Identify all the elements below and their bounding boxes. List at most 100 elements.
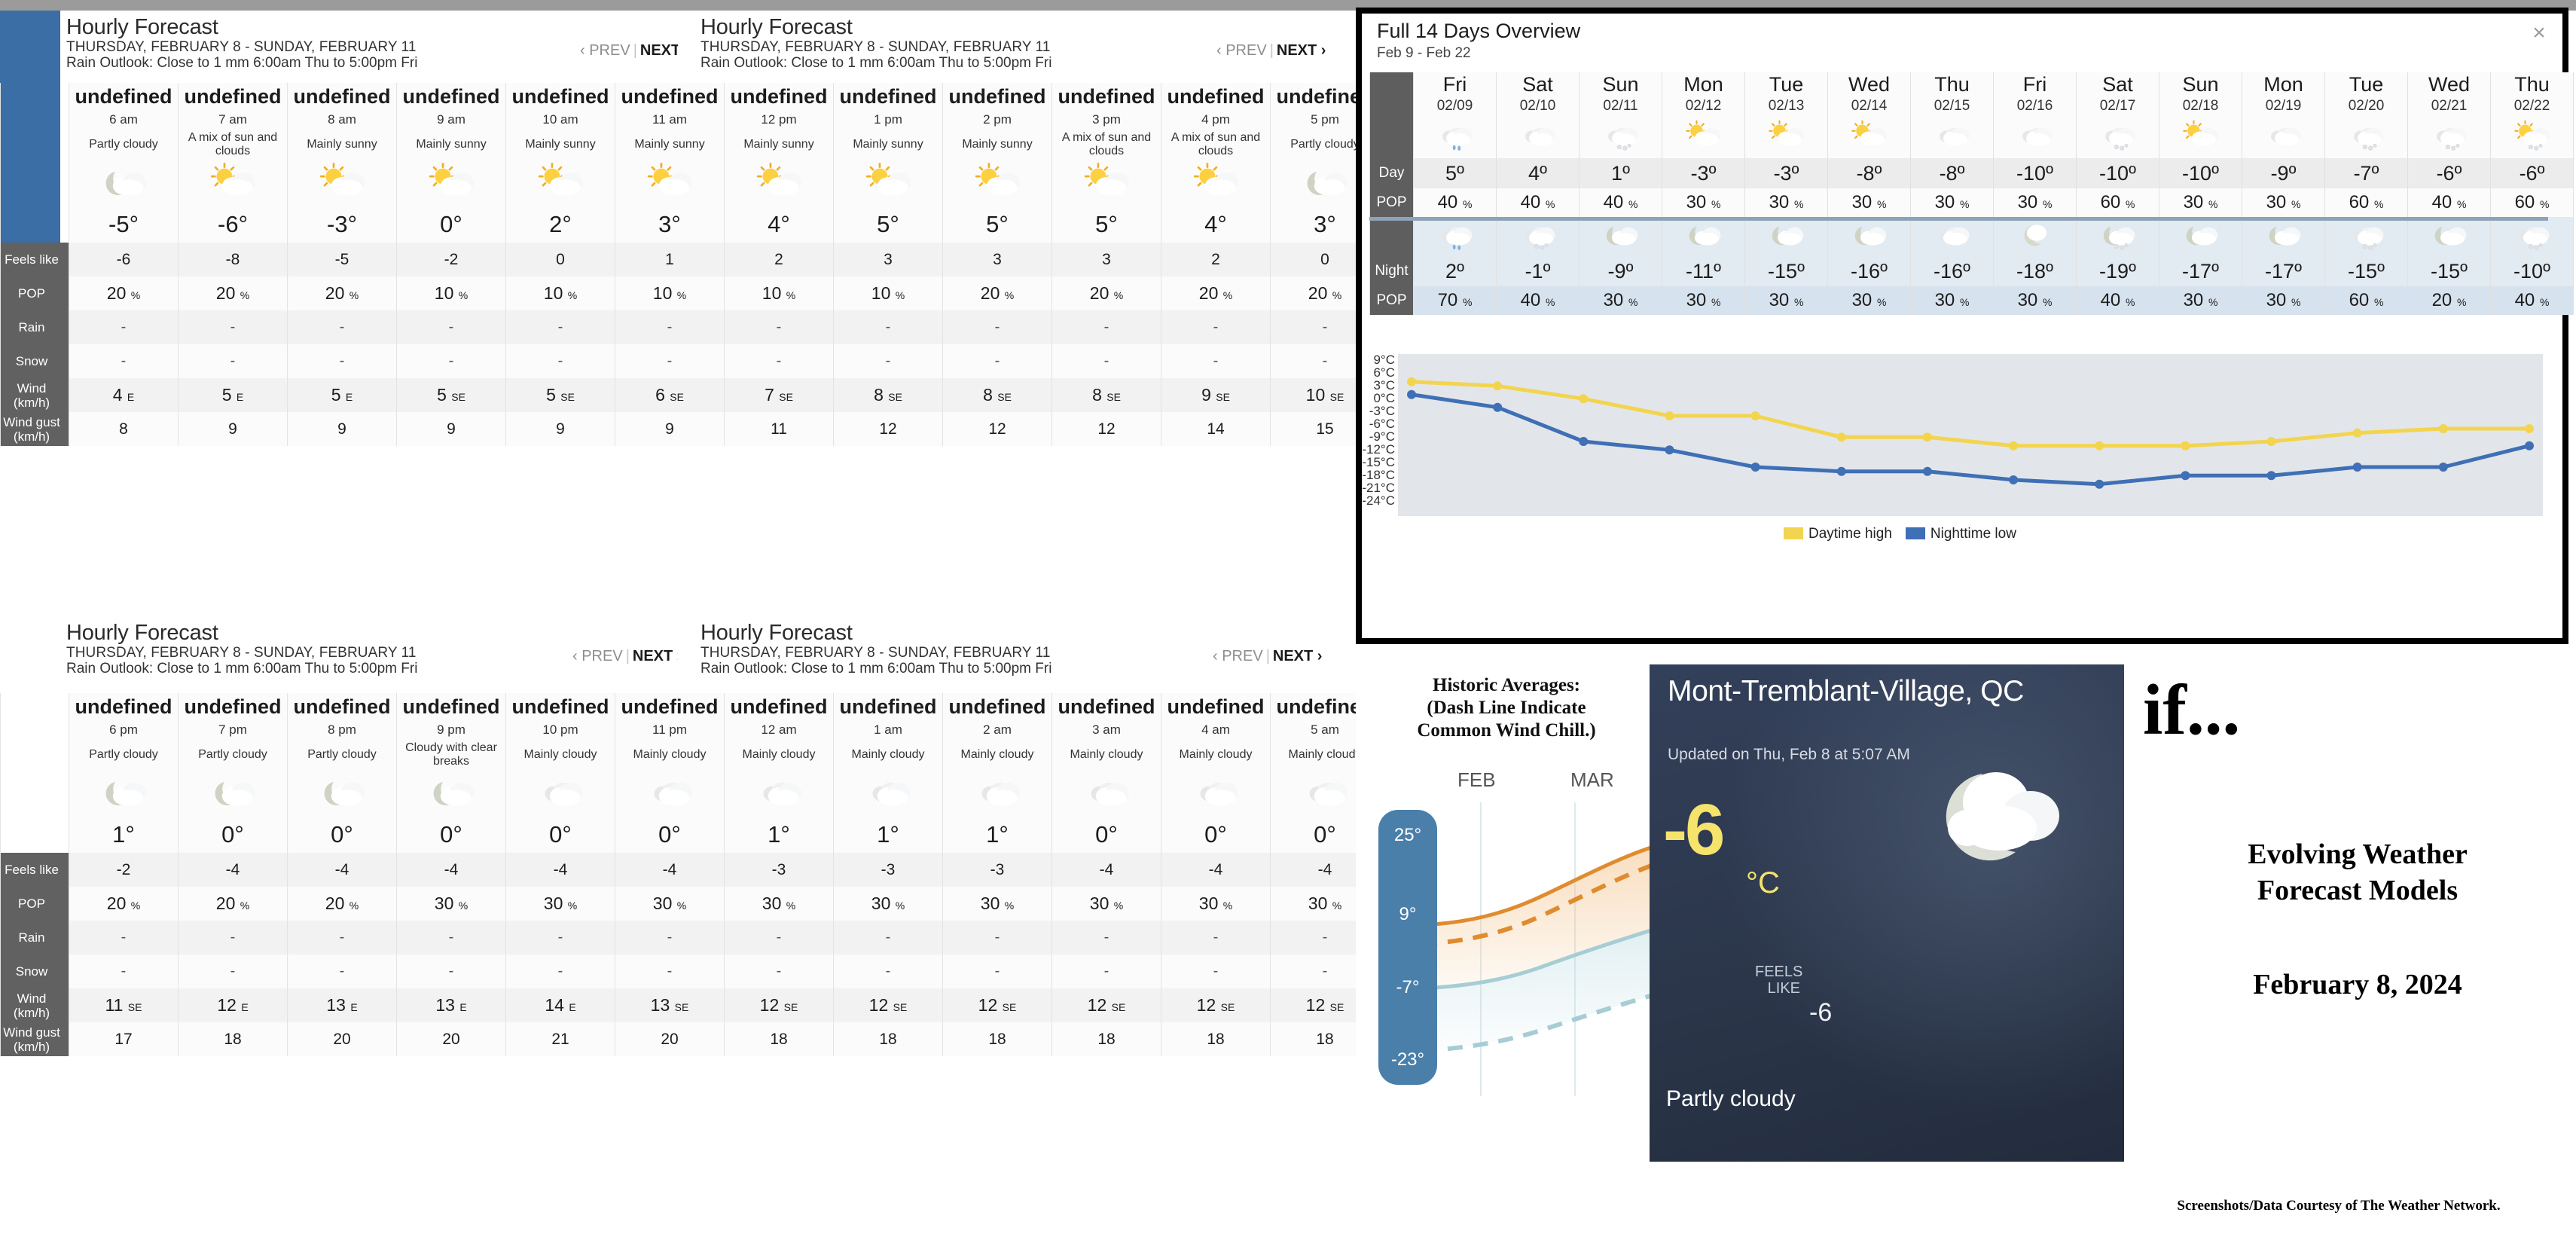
- overview-cell: [1827, 116, 1911, 158]
- detail-label: Wind: [1668, 1159, 2124, 1162]
- overview-cell-day_temp: -6º: [2519, 161, 2545, 185]
- hourly-cell-rain: -: [1322, 929, 1328, 945]
- hourly-cell: [1051, 161, 1161, 206]
- hourly-cell-temp: 5°: [877, 211, 899, 237]
- overview-cell: -15º: [1744, 256, 1828, 286]
- hourly-pop-value: 10: [543, 283, 563, 303]
- wind-direction: SE: [1216, 391, 1230, 403]
- overview-cell-day_temp: -6º: [2436, 161, 2462, 185]
- chart-point: [2181, 471, 2190, 481]
- nav-separator: |: [633, 42, 637, 59]
- hourly-row-label: Wind gust (km/h): [0, 1022, 69, 1056]
- hourly-wind-value: 5: [437, 385, 447, 405]
- hourly-cell: -: [396, 921, 506, 954]
- legend-label: Daytime high: [1808, 526, 1892, 542]
- chart-point: [2266, 471, 2276, 481]
- hourly-cell-cond: Partly cloudy: [89, 748, 158, 761]
- percent-unit: %: [458, 289, 469, 301]
- overview-cell-dow: Mon: [1683, 73, 1723, 96]
- overview-cell: [1910, 116, 1994, 158]
- prev-button[interactable]: ‹ PREV: [580, 42, 630, 59]
- hourly-row-hour: 6 am 7 am 8 am 9 am 10 am 11 am 12 pm 1 pm 2 pm 3…: [0, 110, 1380, 128]
- cloud-icon: [2016, 120, 2054, 151]
- overview-pop-value: 30: [2183, 192, 2204, 212]
- legend-swatch: [1784, 527, 1803, 539]
- hourly-cell-snow: -: [1213, 963, 1219, 979]
- hourly-pop-value: 30: [980, 893, 1000, 913]
- hourly-cell: undefined: [287, 693, 397, 720]
- overview-cell-date: 02/17: [2099, 98, 2136, 114]
- overview-cell-night_temp: -16º: [1851, 259, 1888, 283]
- hourly-cell: 20 %: [287, 276, 397, 310]
- overview-cell-date: 02/10: [1519, 98, 1556, 114]
- prev-button[interactable]: ‹ PREV: [1213, 648, 1263, 664]
- prev-next-nav-3[interactable]: ‹ PREV | NEXT ›: [572, 648, 682, 665]
- hourly-cell: 30 %: [615, 887, 725, 921]
- hourly-cell-snow: -: [1213, 353, 1219, 369]
- hourly-cell: 4 am: [1161, 720, 1271, 738]
- overview-pop-value: 30: [1686, 290, 1707, 310]
- overview-cell-date: 02/15: [1934, 98, 1970, 114]
- prev-next-nav-4[interactable]: ‹ PREV | NEXT ›: [1213, 648, 1322, 665]
- percent-unit: %: [2125, 198, 2135, 210]
- hourly-cell: 9 am: [396, 110, 506, 128]
- hourly-cell: 13 E: [287, 988, 397, 1022]
- overview-cell: -10º: [2076, 158, 2159, 188]
- moon-icon: [2016, 219, 2054, 250]
- prev-button[interactable]: ‹ PREV: [572, 648, 623, 664]
- overview-cell-dow: Fri: [1442, 73, 1467, 96]
- hourly-cell: 12 pm: [724, 110, 834, 128]
- moon-cloud-icon: [99, 162, 148, 202]
- historic-scale-pill: 25° 9° -7° -23°: [1378, 810, 1437, 1085]
- cloud-icon: [1082, 772, 1131, 812]
- hourly-cell-feels: -6: [116, 250, 131, 268]
- hourly-cell-rain: -: [776, 319, 782, 335]
- hourly-wind-value: 8: [874, 385, 884, 405]
- sun-cloud-icon: [209, 162, 258, 202]
- overview-cell: Thu: [2490, 72, 2574, 96]
- next-button[interactable]: NEXT ›: [633, 648, 682, 664]
- hourly-cell: 11 SE: [69, 988, 179, 1022]
- overview-cell: 02/18: [2159, 96, 2242, 116]
- prev-button[interactable]: ‹ PREV: [1216, 42, 1267, 59]
- overview-pop-value: 60: [2349, 290, 2370, 310]
- hourly-rain-outlook: Rain Outlook: Close to 1 mm 6:00am Thu t…: [700, 661, 1052, 677]
- hourly-cell-feels: -2: [116, 860, 131, 878]
- chart-legend: Daytime high Nighttime low: [1784, 526, 2016, 542]
- hourly-cell: -: [1161, 954, 1271, 988]
- hourly-cell: 12 SE: [1161, 988, 1271, 1022]
- legend-label: Nighttime low: [1930, 526, 2016, 542]
- chart-point: [1665, 411, 1674, 420]
- overview-pop-value: 30: [2266, 192, 2287, 212]
- overview-cell: 40 %: [2407, 188, 2491, 217]
- prev-next-nav-1[interactable]: ‹ PREV | NEXT ›: [580, 42, 689, 60]
- overview-row-night_icon: [1369, 217, 2574, 256]
- hourly-cell-cond: Mainly sunny: [743, 138, 814, 151]
- hourly-cell-gust: 12: [879, 420, 897, 438]
- percent-unit: %: [2208, 198, 2218, 210]
- overview-cell: -6º: [2490, 158, 2574, 188]
- snow-cloud-icon: [2430, 120, 2468, 151]
- prev-next-nav-2[interactable]: ‹ PREV | NEXT ›: [1216, 42, 1326, 60]
- percent-unit: %: [130, 289, 141, 301]
- close-icon[interactable]: ×: [2526, 21, 2552, 47]
- hourly-cell: Mainly sunny: [724, 128, 834, 161]
- hourly-cell: -4: [505, 853, 615, 887]
- next-button[interactable]: NEXT ›: [1273, 648, 1323, 664]
- hourly-cell: -: [178, 954, 288, 988]
- hourly-cell: [942, 161, 1052, 206]
- hourly-cell: -: [615, 954, 725, 988]
- snow-cloud-icon: [2347, 219, 2385, 250]
- cloud-icon: [1933, 219, 1971, 250]
- hourly-forecast-panel-3: Hourly Forecast THURSDAY, FEBRUARY 8 - S…: [0, 616, 682, 699]
- hourly-cell-rain: -: [994, 929, 1000, 945]
- overview-pop-value: 40: [1437, 192, 1458, 212]
- hourly-cell-cond: Mainly sunny: [416, 138, 487, 151]
- overview-cell: [2490, 217, 2574, 256]
- hourly-cell: -: [287, 954, 397, 988]
- next-button[interactable]: NEXT ›: [1277, 42, 1326, 59]
- hourly-cell: -4: [287, 853, 397, 887]
- hourly-cell: -5°: [69, 206, 179, 243]
- hourly-row-gust: Wind gust (km/h) 8 9 9 9 9 9 11 12 12 12 14 15: [0, 412, 1380, 446]
- hourly-cell-cond: Partly cloudy: [198, 748, 267, 761]
